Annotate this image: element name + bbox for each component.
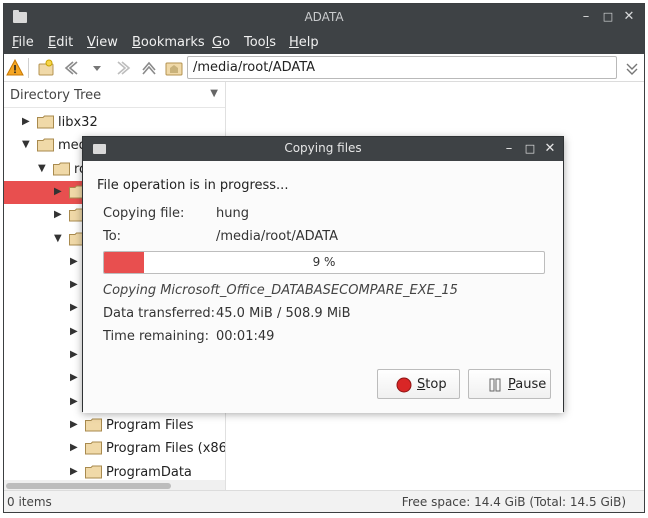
back-icon[interactable] bbox=[62, 59, 80, 77]
menu-edit[interactable]: Edit bbox=[48, 35, 73, 50]
collapsed-arrow-icon[interactable]: ▶ bbox=[70, 326, 78, 337]
close-button[interactable]: ✕ bbox=[621, 9, 637, 25]
collapsed-arrow-icon[interactable]: ▶ bbox=[70, 419, 78, 430]
home-icon[interactable] bbox=[165, 59, 183, 77]
tree-item-label: Program Files bbox=[106, 417, 194, 433]
warning-icon[interactable] bbox=[6, 59, 24, 77]
collapsed-arrow-icon[interactable]: ▶ bbox=[70, 466, 78, 477]
tree-item-label: libx32 bbox=[58, 115, 98, 130]
item-count: 0 items bbox=[7, 495, 52, 509]
current-file-text: Copying Microsoft_Office_DATABASECOMPARE… bbox=[103, 283, 458, 298]
new-tab-icon[interactable] bbox=[37, 59, 55, 77]
collapsed-arrow-icon[interactable]: ▶ bbox=[70, 396, 78, 407]
dialog-maximize-button[interactable]: □ bbox=[522, 141, 538, 157]
dialog-title: Copying files bbox=[284, 141, 362, 155]
folder-icon bbox=[37, 115, 54, 129]
collapsed-arrow-icon[interactable]: ▶ bbox=[54, 209, 62, 220]
collapsed-arrow-icon[interactable]: ▶ bbox=[70, 256, 78, 267]
collapsed-arrow-icon[interactable]: ▶ bbox=[54, 186, 62, 197]
menu-help[interactable]: Help bbox=[289, 35, 319, 50]
dialog-titlebar[interactable]: Copying files – □ ✕ bbox=[83, 137, 563, 161]
minimize-button[interactable]: – bbox=[578, 9, 594, 25]
copying-file-value: hung bbox=[216, 206, 249, 221]
to-value: /media/root/ADATA bbox=[216, 229, 339, 244]
dialog-body: File operation is in progress... Copying… bbox=[83, 161, 563, 413]
folder-icon bbox=[37, 138, 54, 152]
time-remaining-value: 00:01:49 bbox=[216, 329, 275, 344]
tree-item-label: ProgramData bbox=[106, 464, 192, 480]
maximize-button[interactable]: □ bbox=[600, 9, 616, 25]
expanded-arrow-icon[interactable]: ▼ bbox=[22, 139, 30, 150]
directory-tree-label: Directory Tree bbox=[10, 88, 102, 103]
collapsed-arrow-icon[interactable]: ▶ bbox=[70, 349, 78, 360]
tree-item-label: Program Files (x86) bbox=[106, 441, 226, 457]
menu-file[interactable]: File bbox=[12, 35, 34, 50]
menu-bookmarks[interactable]: Bookmarks bbox=[132, 35, 205, 50]
address-bar[interactable]: /media/root/ADATA bbox=[187, 56, 617, 79]
folder-icon bbox=[85, 465, 102, 478]
expanded-arrow-icon[interactable]: ▼ bbox=[54, 233, 62, 244]
menu-go[interactable]: Go bbox=[212, 35, 230, 50]
data-transferred-value: 45.0 MiB / 508.9 MiB bbox=[216, 306, 351, 321]
data-transferred-label: Data transferred: bbox=[103, 306, 215, 321]
time-remaining-label: Time remaining: bbox=[103, 329, 209, 344]
forward-icon[interactable] bbox=[114, 59, 132, 77]
go-icon[interactable] bbox=[623, 59, 641, 77]
collapsed-arrow-icon[interactable]: ▶ bbox=[70, 442, 78, 453]
tree-item[interactable]: ▶ Program Files (x86) bbox=[4, 437, 225, 460]
window-titlebar[interactable]: ADATA – □ ✕ bbox=[4, 4, 644, 32]
dialog-close-button[interactable]: ✕ bbox=[542, 141, 558, 157]
window-title: ADATA bbox=[304, 10, 344, 24]
free-space: Free space: 14.4 GiB (Total: 14.5 GiB) bbox=[401, 495, 626, 509]
menu-view[interactable]: View bbox=[87, 35, 118, 50]
copy-progress-bar: 9 % bbox=[103, 251, 545, 274]
dialog-minimize-button[interactable]: – bbox=[501, 141, 517, 157]
stop-label: Stop bbox=[417, 377, 447, 392]
up-icon[interactable] bbox=[140, 59, 158, 77]
stop-icon bbox=[396, 377, 412, 393]
status-bar: 0 items Free space: 14.4 GiB (Total: 14.… bbox=[4, 490, 644, 512]
menu-tools[interactable]: Tools bbox=[244, 35, 276, 50]
collapsed-arrow-icon[interactable]: ▶ bbox=[22, 116, 30, 127]
pause-button[interactable]: Pause bbox=[468, 369, 551, 399]
toolbar: /media/root/ADATA bbox=[4, 54, 644, 82]
pause-label: Pause bbox=[508, 377, 547, 392]
folder-icon bbox=[85, 418, 102, 432]
collapsed-arrow-icon[interactable]: ▶ bbox=[70, 279, 78, 290]
toolbar-separator bbox=[28, 58, 29, 78]
collapsed-arrow-icon[interactable]: ▶ bbox=[70, 372, 78, 383]
pause-icon bbox=[489, 378, 501, 392]
expanded-arrow-icon[interactable]: ▼ bbox=[38, 163, 46, 174]
operation-heading: File operation is in progress... bbox=[97, 178, 289, 193]
stop-button[interactable]: Stop bbox=[377, 369, 460, 399]
copying-file-label: Copying file: bbox=[103, 206, 185, 221]
folder-icon bbox=[85, 441, 102, 455]
directory-tree-header[interactable]: Directory Tree ▼ bbox=[4, 82, 225, 108]
menu-bar: File Edit View Bookmarks Go Tools Help bbox=[4, 32, 644, 54]
folder-icon bbox=[53, 162, 70, 176]
history-dropdown-icon[interactable] bbox=[88, 59, 106, 77]
scrollbar-thumb[interactable] bbox=[6, 483, 171, 489]
progress-percent: 9 % bbox=[312, 255, 336, 269]
to-label: To: bbox=[103, 229, 122, 244]
collapsed-arrow-icon[interactable]: ▶ bbox=[70, 302, 78, 313]
tree-item[interactable]: ▶ Program Files bbox=[4, 414, 214, 437]
copying-files-dialog: Copying files – □ ✕ File operation is in… bbox=[82, 136, 564, 413]
chevron-down-icon[interactable]: ▼ bbox=[210, 88, 218, 99]
tree-item[interactable]: ▶ libx32 bbox=[4, 111, 214, 134]
